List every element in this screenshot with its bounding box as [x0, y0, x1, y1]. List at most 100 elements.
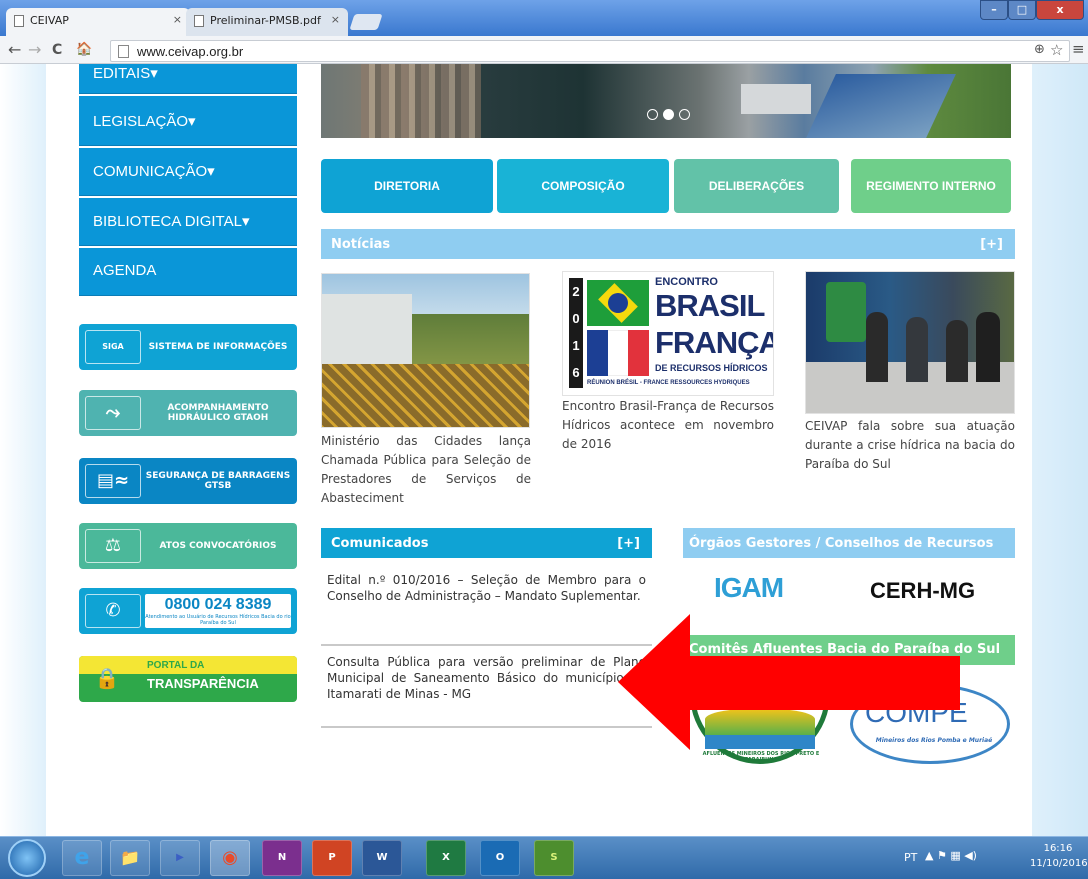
app-taskbar-icon[interactable]: S: [534, 840, 574, 876]
excel-taskbar-icon[interactable]: X: [426, 840, 466, 876]
tab-preliminar-pmsb[interactable]: Preliminar-PMSB.pdf ×: [186, 8, 348, 36]
menu-biblioteca-digital[interactable]: BIBLIOTECA DIGITAL▾: [79, 198, 297, 246]
comunicado-item-1[interactable]: Edital n.º 010/2016 – Seleção de Membro …: [321, 572, 652, 604]
comunicados-title: Comunicados: [331, 536, 429, 551]
deliberacoes-button[interactable]: DELIBERAÇÕES: [674, 159, 839, 213]
news-image-water-station[interactable]: [321, 273, 530, 428]
button-label: SEGURANÇA DE BARRAGENS GTSB: [145, 471, 291, 491]
start-button[interactable]: [8, 839, 46, 877]
phone-icon: ✆: [85, 594, 141, 628]
close-window-button[interactable]: x: [1036, 0, 1084, 20]
maximize-button[interactable]: □: [1008, 0, 1036, 20]
banner-line-brasil: BRASIL: [655, 288, 765, 323]
gavel-icon: ⚖: [85, 529, 141, 563]
dam-icon: ▤≈: [85, 464, 141, 498]
tab-title: CEIVAP: [30, 14, 69, 27]
clock-time: 16:16: [1043, 843, 1073, 854]
acompanhamento-hidraulico-button[interactable]: ⤳ ACOMPANHAMENTO HIDRÁULICO GTAOH: [79, 390, 297, 436]
comunicados-more-link[interactable]: [+]: [617, 536, 640, 551]
tab-close-icon[interactable]: ×: [173, 13, 182, 26]
arrow-shape: [618, 614, 960, 750]
button-label: SISTEMA DE INFORMAÇÕES: [148, 342, 288, 352]
clock-date: 11/10/2016: [1030, 858, 1088, 869]
language-indicator[interactable]: PT: [904, 851, 917, 864]
menu-icon[interactable]: ≡: [1072, 40, 1085, 58]
brazil-flag-icon: [587, 280, 649, 326]
slider-dot-1[interactable]: [647, 109, 658, 120]
chrome-taskbar-icon[interactable]: ◉: [210, 840, 250, 876]
caret-down-icon: ▾: [150, 65, 158, 82]
button-label: ATOS CONVOCATÓRIOS: [159, 541, 277, 551]
browser-tab-bar: CEIVAP × Preliminar-PMSB.pdf × – □ x: [0, 0, 1088, 36]
clock[interactable]: 16:16 11/10/2016: [1030, 841, 1088, 871]
atos-convocatorios-button[interactable]: ⚖ ATOS CONVOCATÓRIOS: [79, 523, 297, 569]
menu-editais[interactable]: EDITAIS▾: [79, 64, 297, 94]
noticias-title: Notícias: [331, 237, 391, 252]
sistema-informacoes-button[interactable]: SIGA CEIVAP SISTEMA DE INFORMAÇÕES: [79, 324, 297, 383]
transparencia-label: TRANSPARÊNCIA: [147, 676, 259, 691]
tab-ceivap[interactable]: CEIVAP ×: [6, 8, 190, 36]
star-icon[interactable]: ☆: [1050, 41, 1063, 59]
ie-taskbar-icon[interactable]: e: [62, 840, 102, 876]
menu-legislacao[interactable]: LEGISLAÇÃO▾: [79, 96, 297, 146]
menu-comunicacao[interactable]: COMUNICAÇÃO▾: [79, 148, 297, 196]
home-icon[interactable]: 🏠: [76, 42, 92, 57]
news-caption-1[interactable]: Ministério das Cidades lança Chamada Púb…: [321, 432, 531, 508]
siga-ceivap-icon: SIGA CEIVAP: [85, 330, 141, 383]
address-bar-row: ← → C 🏠 www.ceivap.org.br ⊕ ☆ ≡: [0, 36, 1088, 64]
seguranca-barragens-button[interactable]: ▤≈ SEGURANÇA DE BARRAGENS GTSB: [79, 458, 297, 504]
phone-subtitle: Atendimento ao Usuário de Recursos Hídri…: [145, 614, 291, 626]
slider-dot-2-active[interactable]: [663, 109, 674, 120]
banner-line-encontro: ENCONTRO: [655, 276, 718, 288]
back-icon[interactable]: ←: [8, 40, 21, 59]
new-tab-button[interactable]: [349, 14, 383, 30]
news-caption-2[interactable]: Encontro Brasil-França de Recursos Hídri…: [562, 397, 774, 454]
cerh-mg-logo[interactable]: CERH-MG: [870, 578, 975, 604]
onenote-taskbar-icon[interactable]: N: [262, 840, 302, 876]
zoom-icon[interactable]: ⊕: [1034, 42, 1045, 57]
forward-icon[interactable]: →: [28, 40, 41, 59]
hero-slider[interactable]: [321, 64, 1011, 138]
caret-down-icon: ▾: [207, 163, 215, 180]
word-taskbar-icon[interactable]: W: [362, 840, 402, 876]
outlook-taskbar-icon[interactable]: O: [480, 840, 520, 876]
page-icon: [14, 15, 24, 27]
news-image-ceivap-panel[interactable]: [805, 271, 1015, 414]
tray-icons[interactable]: ▲ ⚑ ▦ ◀): [925, 849, 1005, 865]
slider-dot-3[interactable]: [679, 109, 690, 120]
url-input[interactable]: www.ceivap.org.br: [110, 40, 1070, 62]
menu-agenda[interactable]: AGENDA: [79, 248, 297, 296]
minimize-button[interactable]: –: [980, 0, 1008, 20]
france-flag-icon: [587, 330, 650, 376]
reload-icon[interactable]: C: [52, 42, 62, 58]
page-icon: [118, 45, 129, 58]
orgaos-header: Órgãos Gestores / Conselhos de Recursos: [683, 528, 1015, 558]
banner-line-franca: FRANÇA: [655, 325, 774, 360]
news-image-brasil-franca[interactable]: 2 0 1 6 ENCONTRO BRASIL FRANÇA DE RECURS…: [562, 271, 774, 396]
comunicados-header: Comunicados [+]: [321, 528, 652, 558]
hydraulic-icon: ⤳: [85, 396, 141, 430]
igam-logo[interactable]: IGAM: [714, 572, 784, 604]
explorer-taskbar-icon[interactable]: 📁: [110, 840, 150, 876]
news-caption-3[interactable]: CEIVAP fala sobre sua atuação durante a …: [805, 417, 1015, 474]
banner-line-recursos: DE RECURSOS HÍDRICOS: [655, 363, 768, 373]
phone-0800-button[interactable]: ✆ 0800 024 8389 Atendimento ao Usuário d…: [79, 588, 297, 634]
caret-down-icon: ▾: [188, 113, 196, 130]
tab-close-icon[interactable]: ×: [331, 13, 340, 26]
noticias-more-link[interactable]: [+]: [980, 237, 1003, 252]
diretoria-button[interactable]: DIRETORIA: [321, 159, 493, 213]
comunicado-item-2[interactable]: Consulta Pública para versão preliminar …: [321, 654, 652, 702]
composicao-button[interactable]: COMPOSIÇÃO: [497, 159, 669, 213]
powerpoint-taskbar-icon[interactable]: P: [312, 840, 352, 876]
banner-line-reunion: RÉUNION BRÉSIL - FRANCE RESSOURCES HYDRI…: [587, 380, 750, 386]
portal-transparencia-button[interactable]: 🔒 PORTAL DA TRANSPARÊNCIA: [79, 656, 297, 702]
red-arrow-annotation: [618, 614, 960, 750]
url-text: www.ceivap.org.br: [137, 44, 244, 59]
caret-down-icon: ▾: [241, 213, 250, 230]
media-taskbar-icon[interactable]: ▶: [160, 840, 200, 876]
regimento-interno-button[interactable]: REGIMENTO INTERNO: [851, 159, 1011, 213]
windows-taskbar: e 📁 ▶ ◉ N P W X O S PT ▲ ⚑ ▦ ◀) 16:16 11…: [0, 836, 1088, 879]
page-left-gutter: [0, 64, 46, 836]
phone-number: 0800 024 8389: [164, 596, 272, 613]
web-page: EDITAIS▾ LEGISLAÇÃO▾ COMUNICAÇÃO▾ BIBLIO…: [0, 64, 1088, 836]
